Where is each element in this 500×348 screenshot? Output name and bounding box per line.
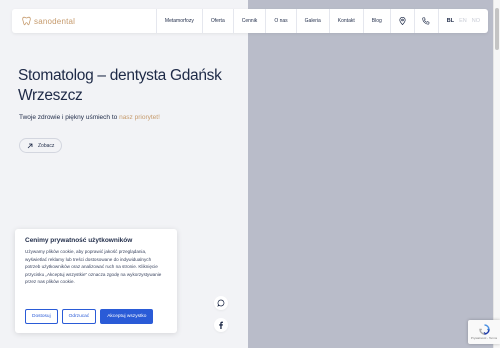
cookie-text: Używamy plików cookie, aby poprawić jako… (25, 249, 162, 285)
reject-button[interactable]: Odrzucać (61, 309, 97, 324)
scrollbar-thumb[interactable] (495, 8, 499, 50)
customize-button[interactable]: Dostosuj (25, 309, 58, 324)
lang-no[interactable]: NO (472, 18, 480, 24)
see-button-label: Zobacz (38, 142, 55, 149)
brand-name: sanodental (34, 16, 76, 26)
brand-logo[interactable]: sanodental (22, 16, 75, 26)
facebook-icon[interactable] (214, 318, 228, 332)
hero-image (248, 0, 493, 348)
hero-subtitle: Twoje zdrowie i piękny uśmiech to nasz p… (19, 114, 160, 121)
nav-item-blog[interactable]: Blog (362, 9, 390, 33)
lang-en[interactable]: EN (459, 18, 467, 24)
nav-item-cennik[interactable]: Cennik (232, 9, 266, 33)
cookie-consent-dialog: Cenimy prywatność użytkowników Używamy p… (15, 229, 177, 333)
location-pin-icon[interactable] (389, 9, 414, 33)
accept-all-button[interactable]: Akceptuj wszystko (100, 309, 154, 324)
page-scrollbar[interactable] (493, 0, 500, 348)
arrow-up-right-icon (27, 143, 33, 149)
nav-item-o-nas[interactable]: O nas (265, 9, 295, 33)
cookie-title: Cenimy prywatność użytkowników (25, 237, 133, 244)
language-switcher: BL EN NO (437, 9, 488, 33)
recaptcha-badge[interactable]: Prywatność - Terms (468, 320, 500, 344)
chat-icon[interactable] (214, 296, 228, 310)
main-navbar: sanodental Metamorfozy Oferta Cennik O n… (12, 9, 488, 33)
nav-item-galeria[interactable]: Galeria (295, 9, 329, 33)
hero-subtitle-main: Twoje zdrowie i piękny uśmiech to (19, 114, 120, 121)
tooth-logo-icon (22, 16, 31, 26)
nav-item-oferta[interactable]: Oferta (201, 9, 233, 33)
nav-item-kontakt[interactable]: Kontakt (328, 9, 363, 33)
lang-bl[interactable]: BL (447, 18, 454, 24)
phone-icon[interactable] (413, 9, 438, 33)
see-button[interactable]: Zobacz (19, 138, 63, 153)
hero-title: Stomatolog – dentysta Gdańsk Wrzeszcz (18, 67, 222, 104)
nav-links: Metamorfozy Oferta Cennik O nas Galeria … (155, 9, 488, 33)
cookie-buttons: Dostosuj Odrzucać Akceptuj wszystko (25, 309, 154, 324)
hero-subtitle-accent: nasz priorytet! (119, 114, 160, 121)
nav-item-metamorfozy[interactable]: Metamorfozy (155, 9, 202, 33)
recaptcha-text: Prywatność - Terms (470, 336, 498, 340)
recaptcha-icon (478, 324, 490, 335)
